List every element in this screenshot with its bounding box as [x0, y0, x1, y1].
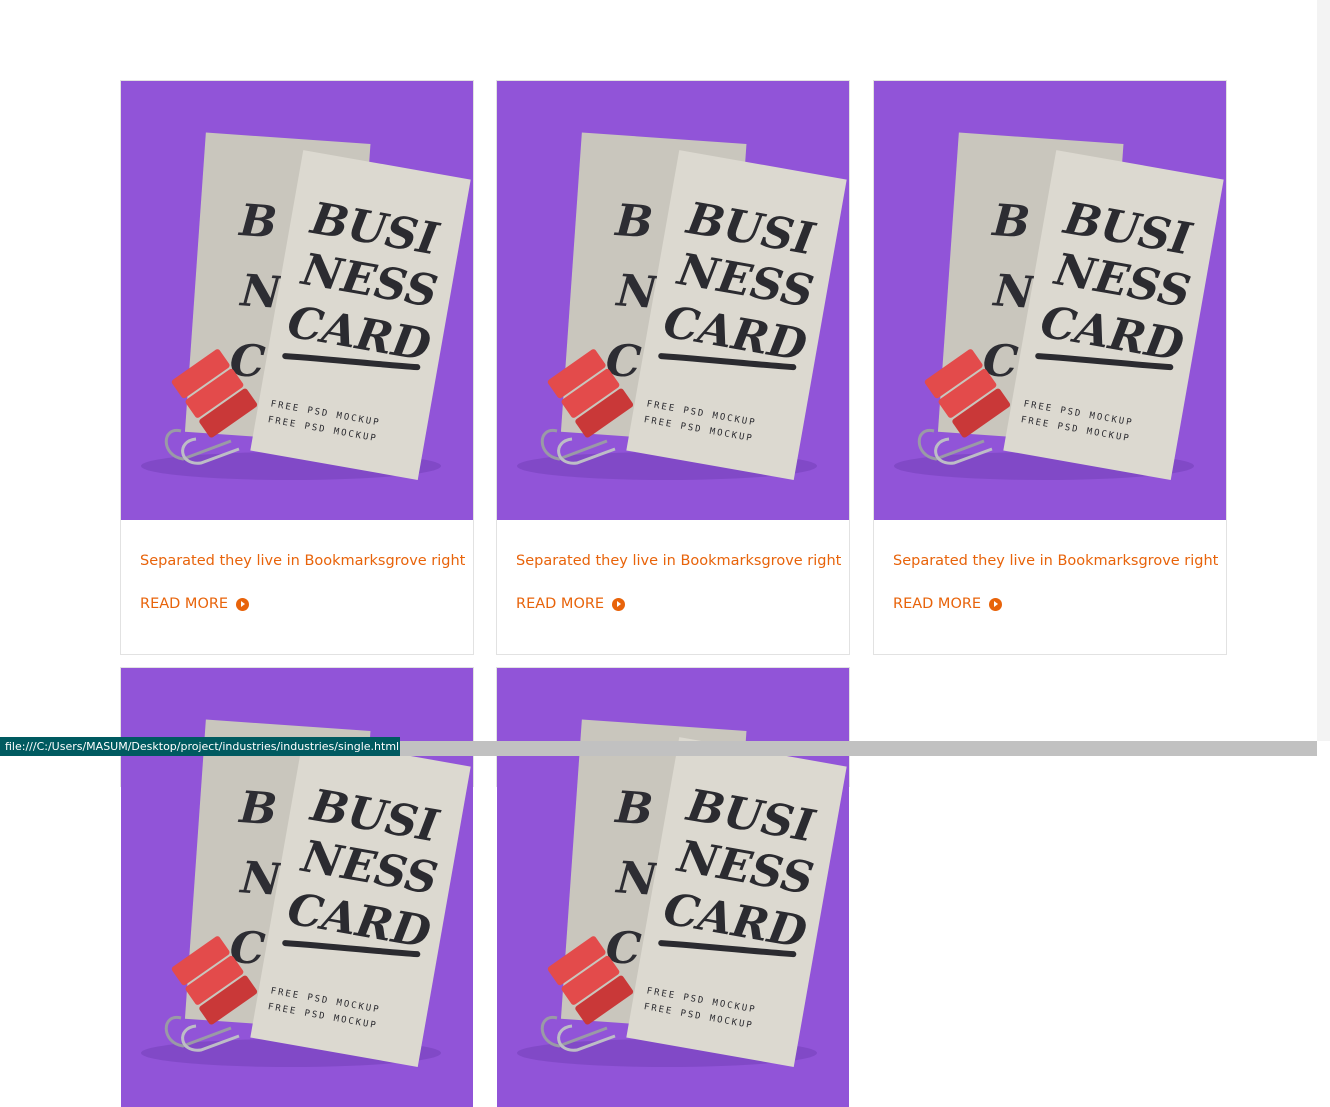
- read-more-label: READ MORE: [516, 596, 605, 612]
- vertical-scrollbar[interactable]: [1317, 0, 1330, 741]
- blog-card: B N C BUSI NESS CARD FREE PSD MOCKUP FRE…: [496, 667, 850, 1107]
- blog-card: B N C BUSI NESS CARD FREE PSD MOCKUP FRE…: [120, 667, 474, 1107]
- card-image[interactable]: B N C BUSI NESS CARD FREE PSD MOCKUP FRE…: [121, 668, 473, 1107]
- read-more-label: READ MORE: [140, 596, 229, 612]
- blog-card: B N C BUSI NESS CARD FREE PSD MOCKUP FRE…: [873, 80, 1227, 655]
- card-title-link[interactable]: Separated they live in Bookmarksgrove ri…: [893, 551, 1218, 571]
- svg-text:B: B: [236, 195, 279, 249]
- card-image[interactable]: B N C BUSI NESS CARD FREE PSD MOCKUP FRE…: [497, 668, 849, 1107]
- read-more-link[interactable]: READ MORE: [140, 594, 250, 614]
- svg-text:B: B: [612, 782, 655, 836]
- arrow-circle-right-icon: [236, 597, 250, 611]
- arrow-circle-right-icon: [989, 597, 1003, 611]
- svg-text:B: B: [236, 782, 279, 836]
- card-image[interactable]: B N C BUSI NESS CARD FREE PSD MOCKUP FRE…: [874, 81, 1226, 520]
- card-image[interactable]: B N C BUSI NESS CARD FREE PSD MOCKUP FRE…: [497, 81, 849, 520]
- blog-grid: B N C BUSI NESS CARD FREE PSD MOCKUP FRE…: [0, 0, 1330, 1107]
- card-image[interactable]: B N C BUSI NESS CARD FREE PSD MOCKUP FRE…: [121, 81, 473, 520]
- card-title-link[interactable]: Separated they live in Bookmarksgrove ri…: [140, 551, 465, 571]
- business-card-illustration: B N C BUSI NESS CARD FREE PSD MOCKUP FRE…: [517, 132, 847, 480]
- status-bar-url: file:///C:/Users/MASUM/Desktop/project/i…: [0, 737, 400, 756]
- arrow-circle-right-icon: [612, 597, 626, 611]
- card-title-link[interactable]: Separated they live in Bookmarksgrove ri…: [516, 551, 841, 571]
- svg-text:B: B: [989, 195, 1032, 249]
- read-more-link[interactable]: READ MORE: [893, 594, 1003, 614]
- blog-card: B N C BUSI NESS CARD FREE PSD MOCKUP FRE…: [120, 80, 474, 655]
- business-card-illustration: B N C BUSI NESS CARD FREE PSD MOCKUP FRE…: [894, 132, 1224, 480]
- business-card-illustration: B N C BUSI NESS CARD FREE PSD MOCKUP FRE…: [517, 719, 847, 1067]
- business-card-illustration: B N C BUSI NESS CARD FREE PSD MOCKUP FRE…: [141, 132, 471, 480]
- business-card-illustration: B N C BUSI NESS CARD FREE PSD MOCKUP FRE…: [141, 719, 471, 1067]
- read-more-link[interactable]: READ MORE: [516, 594, 626, 614]
- read-more-label: READ MORE: [893, 596, 982, 612]
- svg-text:B: B: [612, 195, 655, 249]
- blog-card: B N C BUSI NESS CARD FREE PSD MOCKUP FRE…: [496, 80, 850, 655]
